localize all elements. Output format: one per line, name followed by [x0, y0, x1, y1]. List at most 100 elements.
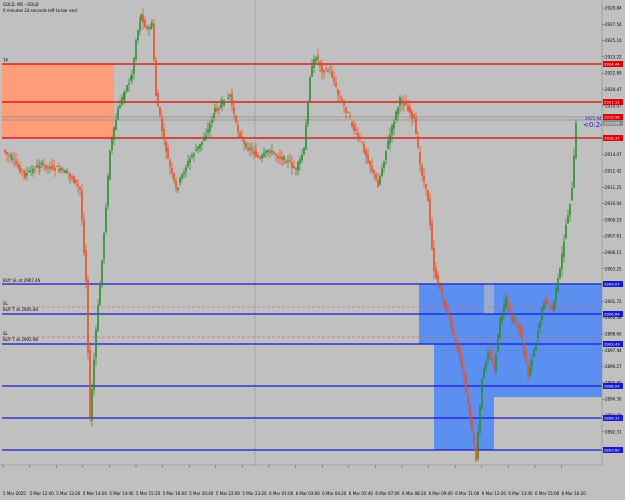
candle-body — [28, 170, 30, 173]
candle-body — [83, 219, 85, 253]
candle-body — [173, 173, 175, 181]
candle-body — [241, 135, 243, 139]
time-tick-label: 5 Mar 14:40 — [109, 491, 134, 496]
price-chart[interactable]: GOLD, M5 - GOLD 0 minutes 24 seconds lef… — [0, 0, 625, 500]
bar-countdown-text: 0 minutes 24 seconds left to bar end — [3, 8, 77, 13]
candle-body — [231, 93, 233, 106]
candle-body — [107, 175, 109, 207]
time-tick-label: 6 Mar 11:00 — [455, 491, 480, 496]
candle-body — [183, 171, 185, 175]
svg-text:2893.60: 2893.60 — [604, 448, 620, 453]
price-tag-blue-2: 2906.84 — [603, 311, 623, 317]
candle-body — [489, 350, 491, 359]
candle-body — [463, 370, 465, 378]
candle-body — [185, 167, 187, 172]
candle-body — [503, 304, 505, 312]
candle-body — [133, 58, 135, 75]
candle-body — [109, 150, 111, 180]
candle-body — [151, 22, 153, 26]
candle-body — [113, 127, 115, 140]
candle-body — [433, 247, 435, 272]
candle-body — [541, 307, 543, 321]
candle-body — [189, 158, 191, 163]
price-tick-label: 2925.10 — [605, 38, 622, 43]
candle-body — [353, 124, 355, 131]
candle-body — [6, 151, 8, 155]
candle-body — [305, 123, 307, 150]
time-tick-label: 5 Mar 16:00 — [163, 491, 188, 496]
candle-body — [128, 82, 130, 85]
candle-body — [10, 156, 12, 158]
candle-body — [575, 122, 577, 158]
candle-body — [387, 141, 389, 149]
candle-body — [263, 152, 265, 157]
candle-body — [397, 107, 399, 115]
candle-body — [441, 289, 443, 294]
price-tick-label: 2906.15 — [605, 250, 622, 255]
candle-body — [142, 14, 144, 23]
candle-body — [157, 93, 159, 107]
svg-text:2921.11: 2921.11 — [604, 100, 620, 105]
candle-body — [447, 311, 449, 316]
price-tick-label: 2912.42 — [605, 169, 622, 174]
candle-body — [435, 268, 437, 279]
candle-body — [56, 166, 58, 167]
candle-body — [323, 70, 325, 73]
candle-body — [175, 180, 177, 189]
price-tag-red-top: 2924.44 — [603, 61, 623, 67]
candle-body — [75, 179, 77, 183]
candle-body — [179, 177, 181, 184]
candle-body — [401, 99, 403, 104]
candle-body — [139, 21, 141, 32]
candle-body — [233, 106, 235, 114]
candle-body — [73, 176, 75, 184]
candle-body — [213, 113, 215, 118]
candle-body — [38, 166, 40, 168]
price-tick-label: 2922.89 — [605, 71, 622, 76]
candle-body — [307, 102, 309, 124]
candle-body — [327, 70, 329, 72]
candle-body — [493, 365, 495, 369]
candle-body — [293, 165, 295, 169]
candle-body — [393, 121, 395, 129]
candle-body — [289, 160, 291, 163]
candle-body — [32, 168, 34, 173]
candle-body — [363, 144, 365, 153]
candle-body — [445, 301, 447, 311]
candle-body — [299, 158, 301, 164]
candle-body — [405, 102, 407, 106]
candle-body — [519, 325, 521, 332]
time-tick-label: 6 Mar 15:00 — [535, 491, 560, 496]
candle-body — [431, 222, 433, 249]
candle-body — [555, 287, 557, 301]
price-tick-label: 2907.61 — [605, 234, 622, 239]
svg-text:2903.43: 2903.43 — [604, 342, 620, 347]
candle-body — [471, 420, 473, 432]
candle-body — [249, 146, 251, 150]
candle-body — [567, 214, 569, 224]
svg-text:2906.84: 2906.84 — [604, 312, 620, 317]
time-tick-label: 5 Mar 23:20 — [242, 491, 267, 496]
candle-body — [97, 304, 99, 331]
candle-body — [349, 116, 351, 118]
candle-body — [111, 138, 113, 150]
candle-body — [563, 241, 565, 257]
candle-body — [229, 94, 231, 97]
candle-body — [549, 306, 551, 308]
candle-body — [121, 97, 123, 105]
candle-body — [475, 447, 477, 462]
candle-body — [461, 360, 463, 369]
chart-title: GOLD, M5 - GOLD — [3, 2, 39, 7]
candle-body — [161, 118, 163, 132]
candle-body — [481, 378, 483, 409]
candle-body — [23, 170, 25, 173]
svg-text:2898.04: 2898.04 — [604, 384, 620, 389]
candle-body — [237, 125, 239, 132]
candle-body — [281, 156, 283, 161]
buy-label-2: BUY T at 2902.98 — [3, 337, 38, 342]
take-profit-zone — [2, 64, 114, 138]
time-tick-label: 5 Mar 22:00 — [216, 491, 241, 496]
candle-body — [54, 168, 56, 171]
candle-body — [389, 134, 391, 144]
time-tick-label: 6 Mar 01:00 — [269, 491, 294, 496]
